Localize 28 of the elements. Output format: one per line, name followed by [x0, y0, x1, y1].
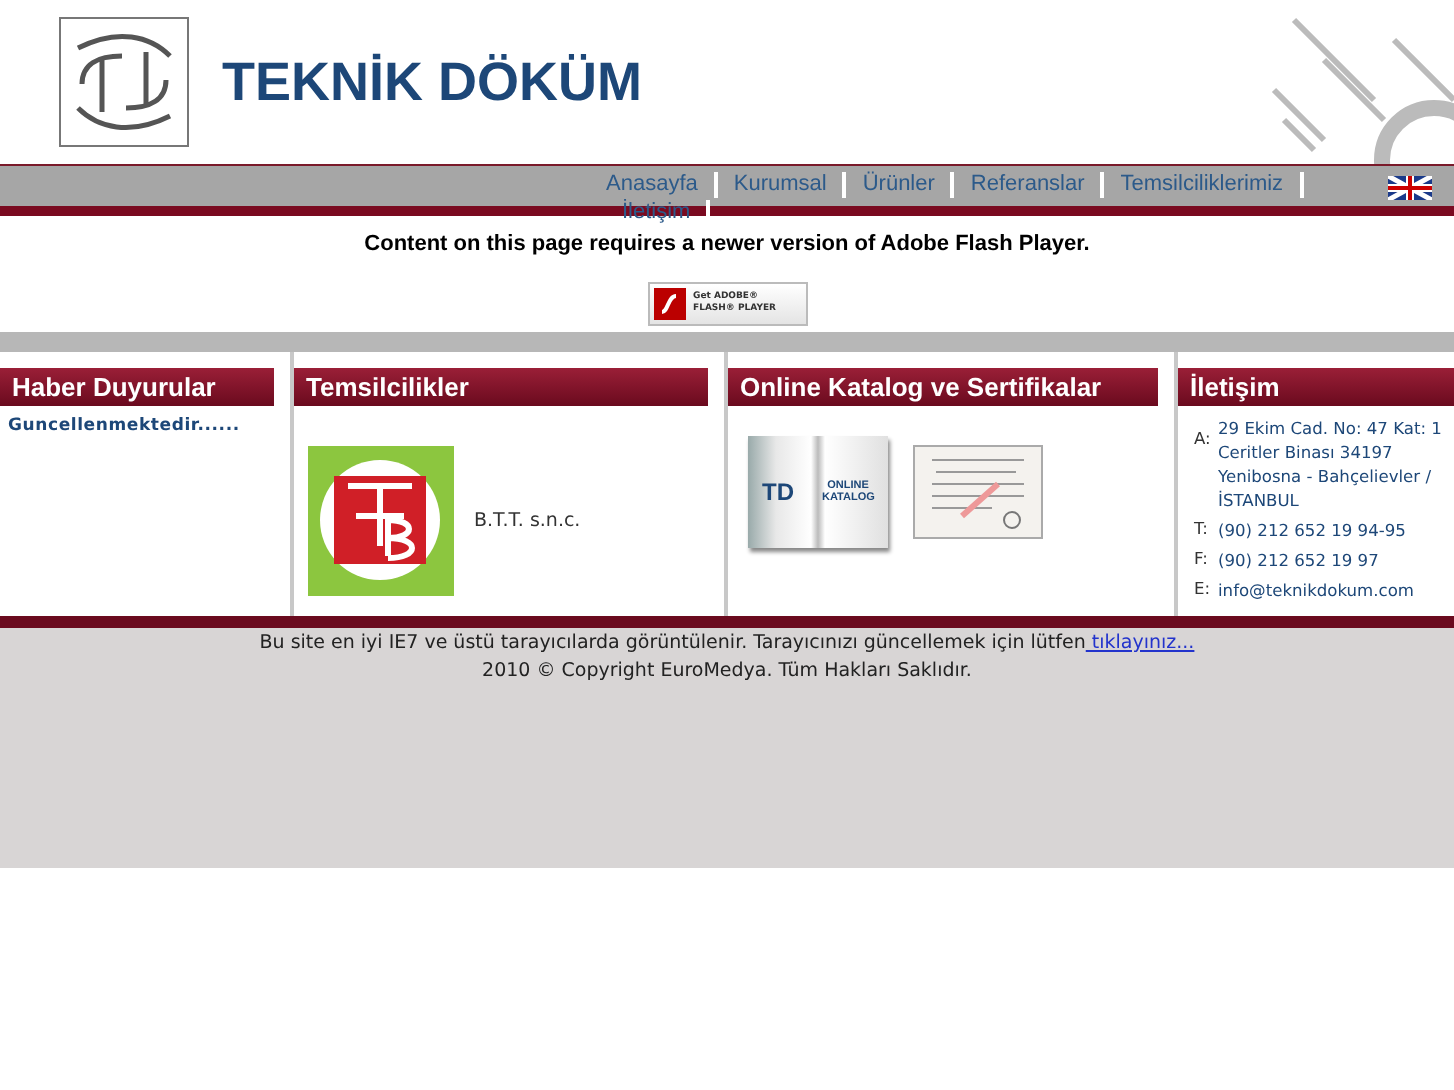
brand-title: TEKNİK DÖKÜM	[222, 51, 642, 113]
nav-link[interactable]: Kurumsal	[717, 172, 847, 198]
contact-label: T:	[1194, 518, 1210, 538]
contact-value: (90) 212 652 19 97	[1218, 548, 1381, 572]
logo-icon	[58, 16, 190, 148]
copyright-text: 2010 © Copyright EuroMedya. Tüm Hakları Saklıdır.	[482, 658, 972, 686]
section-header: İletişim	[1178, 368, 1454, 406]
browser-notice: Bu site en iyi IE7 ve üstü tarayıcılarda görüntülenir. Tarayıcınızı güncellemek için lütfen tıklayınız...	[259, 630, 1195, 658]
section-header: Online Katalog ve Sertifikalar	[728, 368, 1158, 406]
news-text: Guncellenmektedir......	[8, 416, 242, 436]
contact-label: F:	[1194, 548, 1210, 568]
flash-message: Content on this page requires a newer version of Adobe Flash Player.	[364, 232, 1090, 256]
contact-value: info@teknikdokum.com	[1218, 578, 1416, 602]
section-header: Haber Duyurular	[0, 368, 274, 406]
contact-value: (90) 212 652 19 94-95	[1218, 518, 1408, 542]
representative-name: B.T.T. s.n.c.	[474, 510, 581, 532]
certificate-icon[interactable]	[912, 444, 1044, 540]
contact-label: E:	[1194, 578, 1213, 598]
nav-link[interactable]: Ürünler	[846, 172, 955, 198]
section-header: Temsilcilikler	[294, 368, 708, 406]
nav-link[interactable]: Temsilciliklerimiz	[1104, 172, 1304, 198]
contact-value: 29 Ekim Cad. No: 47 Kat: 1 Ceritler Binası 34197 Yenibosna - Bahçelievler / İSTANBUL	[1218, 416, 1444, 512]
uk-flag-icon[interactable]	[1388, 176, 1432, 200]
update-link[interactable]: tıklayınız...	[1085, 632, 1195, 654]
flash-logo-icon	[653, 288, 685, 320]
nav-link[interactable]: Referanslar	[954, 172, 1105, 198]
contact-label: A:	[1194, 428, 1213, 448]
nav-link[interactable]: Anasayfa	[606, 172, 718, 198]
